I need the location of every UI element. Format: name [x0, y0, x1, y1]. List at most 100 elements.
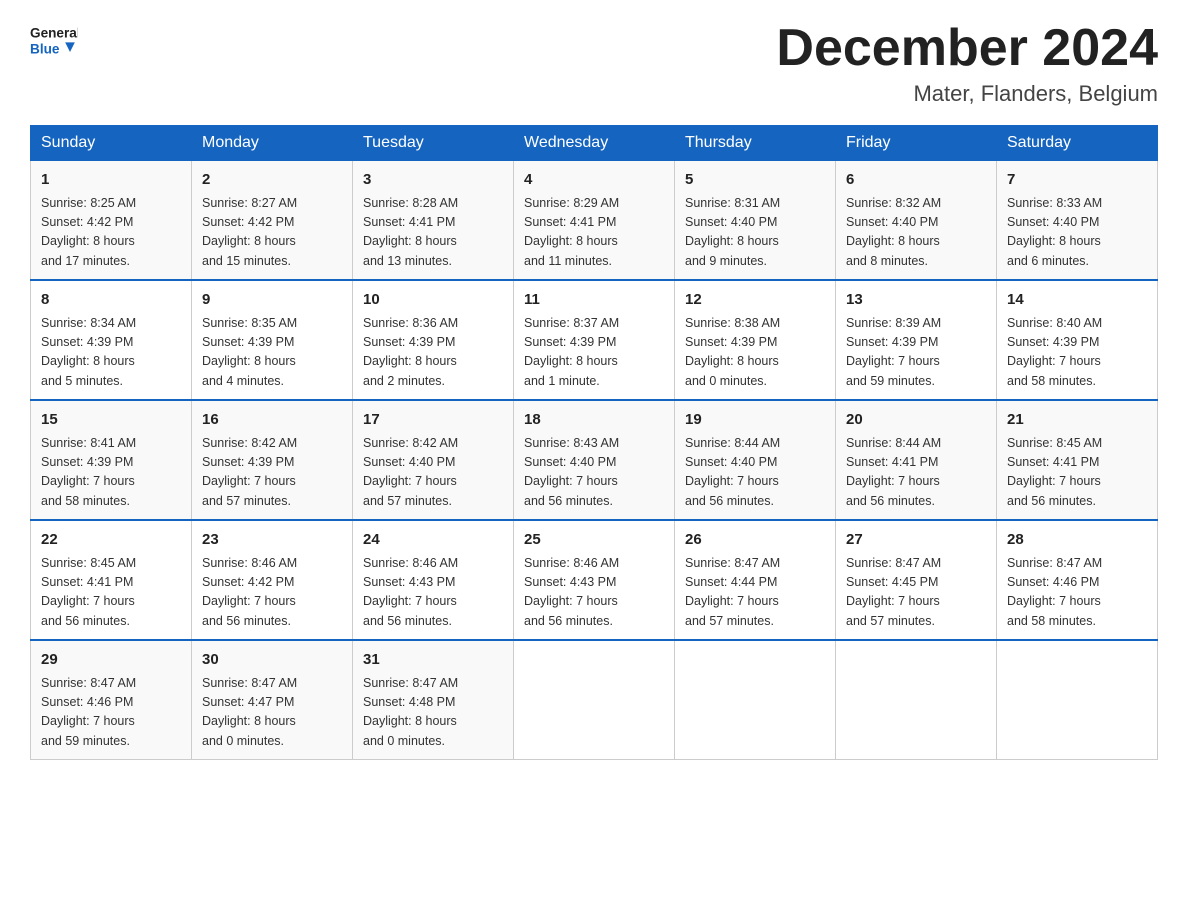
svg-text:Blue: Blue — [30, 42, 60, 57]
day-number: 1 — [41, 169, 181, 192]
calendar-day-cell: 15Sunrise: 8:41 AMSunset: 4:39 PMDayligh… — [31, 400, 192, 520]
calendar-day-cell: 11Sunrise: 8:37 AMSunset: 4:39 PMDayligh… — [514, 280, 675, 400]
day-of-week-header: Tuesday — [353, 126, 514, 161]
day-info: Sunrise: 8:47 AMSunset: 4:45 PMDaylight:… — [846, 554, 986, 632]
day-number: 20 — [846, 409, 986, 432]
calendar-day-cell — [514, 640, 675, 760]
calendar-day-cell: 1Sunrise: 8:25 AMSunset: 4:42 PMDaylight… — [31, 161, 192, 281]
calendar-week-row: 1Sunrise: 8:25 AMSunset: 4:42 PMDaylight… — [31, 161, 1158, 281]
calendar-day-cell: 10Sunrise: 8:36 AMSunset: 4:39 PMDayligh… — [353, 280, 514, 400]
month-title: December 2024 — [776, 20, 1158, 77]
day-info: Sunrise: 8:42 AMSunset: 4:40 PMDaylight:… — [363, 434, 503, 512]
day-number: 24 — [363, 529, 503, 552]
day-info: Sunrise: 8:32 AMSunset: 4:40 PMDaylight:… — [846, 194, 986, 272]
day-info: Sunrise: 8:33 AMSunset: 4:40 PMDaylight:… — [1007, 194, 1147, 272]
day-number: 14 — [1007, 289, 1147, 312]
day-info: Sunrise: 8:47 AMSunset: 4:44 PMDaylight:… — [685, 554, 825, 632]
day-info: Sunrise: 8:44 AMSunset: 4:41 PMDaylight:… — [846, 434, 986, 512]
day-info: Sunrise: 8:46 AMSunset: 4:42 PMDaylight:… — [202, 554, 342, 632]
day-info: Sunrise: 8:46 AMSunset: 4:43 PMDaylight:… — [363, 554, 503, 632]
day-number: 29 — [41, 649, 181, 672]
day-info: Sunrise: 8:29 AMSunset: 4:41 PMDaylight:… — [524, 194, 664, 272]
day-info: Sunrise: 8:44 AMSunset: 4:40 PMDaylight:… — [685, 434, 825, 512]
calendar-day-cell: 12Sunrise: 8:38 AMSunset: 4:39 PMDayligh… — [675, 280, 836, 400]
day-info: Sunrise: 8:47 AMSunset: 4:46 PMDaylight:… — [41, 674, 181, 752]
calendar-day-cell: 16Sunrise: 8:42 AMSunset: 4:39 PMDayligh… — [192, 400, 353, 520]
day-number: 17 — [363, 409, 503, 432]
day-number: 26 — [685, 529, 825, 552]
day-number: 21 — [1007, 409, 1147, 432]
day-number: 4 — [524, 169, 664, 192]
day-of-week-header: Sunday — [31, 126, 192, 161]
day-info: Sunrise: 8:36 AMSunset: 4:39 PMDaylight:… — [363, 314, 503, 392]
day-of-week-header: Monday — [192, 126, 353, 161]
calendar-day-cell: 29Sunrise: 8:47 AMSunset: 4:46 PMDayligh… — [31, 640, 192, 760]
calendar-day-cell: 4Sunrise: 8:29 AMSunset: 4:41 PMDaylight… — [514, 161, 675, 281]
calendar-day-cell: 23Sunrise: 8:46 AMSunset: 4:42 PMDayligh… — [192, 520, 353, 640]
calendar-week-row: 22Sunrise: 8:45 AMSunset: 4:41 PMDayligh… — [31, 520, 1158, 640]
calendar-day-cell: 2Sunrise: 8:27 AMSunset: 4:42 PMDaylight… — [192, 161, 353, 281]
calendar-day-cell: 19Sunrise: 8:44 AMSunset: 4:40 PMDayligh… — [675, 400, 836, 520]
calendar-day-cell: 25Sunrise: 8:46 AMSunset: 4:43 PMDayligh… — [514, 520, 675, 640]
calendar-week-row: 15Sunrise: 8:41 AMSunset: 4:39 PMDayligh… — [31, 400, 1158, 520]
calendar-day-cell: 31Sunrise: 8:47 AMSunset: 4:48 PMDayligh… — [353, 640, 514, 760]
day-info: Sunrise: 8:47 AMSunset: 4:46 PMDaylight:… — [1007, 554, 1147, 632]
day-number: 15 — [41, 409, 181, 432]
day-number: 18 — [524, 409, 664, 432]
svg-text:General: General — [30, 26, 78, 41]
calendar-day-cell: 20Sunrise: 8:44 AMSunset: 4:41 PMDayligh… — [836, 400, 997, 520]
calendar-day-cell — [997, 640, 1158, 760]
title-area: December 2024 Mater, Flanders, Belgium — [776, 20, 1158, 107]
calendar-day-cell: 3Sunrise: 8:28 AMSunset: 4:41 PMDaylight… — [353, 161, 514, 281]
day-number: 10 — [363, 289, 503, 312]
day-info: Sunrise: 8:31 AMSunset: 4:40 PMDaylight:… — [685, 194, 825, 272]
day-number: 9 — [202, 289, 342, 312]
calendar-day-cell: 6Sunrise: 8:32 AMSunset: 4:40 PMDaylight… — [836, 161, 997, 281]
day-number: 19 — [685, 409, 825, 432]
calendar-day-cell: 21Sunrise: 8:45 AMSunset: 4:41 PMDayligh… — [997, 400, 1158, 520]
day-number: 5 — [685, 169, 825, 192]
day-of-week-header: Friday — [836, 126, 997, 161]
calendar-day-cell: 30Sunrise: 8:47 AMSunset: 4:47 PMDayligh… — [192, 640, 353, 760]
day-number: 25 — [524, 529, 664, 552]
day-number: 27 — [846, 529, 986, 552]
calendar-day-cell: 5Sunrise: 8:31 AMSunset: 4:40 PMDaylight… — [675, 161, 836, 281]
day-info: Sunrise: 8:42 AMSunset: 4:39 PMDaylight:… — [202, 434, 342, 512]
logo: General Blue — [30, 20, 78, 60]
calendar-header-row: SundayMondayTuesdayWednesdayThursdayFrid… — [31, 126, 1158, 161]
day-number: 30 — [202, 649, 342, 672]
day-number: 23 — [202, 529, 342, 552]
day-number: 12 — [685, 289, 825, 312]
page-header: General Blue December 2024 Mater, Flande… — [30, 20, 1158, 107]
calendar-week-row: 8Sunrise: 8:34 AMSunset: 4:39 PMDaylight… — [31, 280, 1158, 400]
day-info: Sunrise: 8:35 AMSunset: 4:39 PMDaylight:… — [202, 314, 342, 392]
day-info: Sunrise: 8:46 AMSunset: 4:43 PMDaylight:… — [524, 554, 664, 632]
calendar-table: SundayMondayTuesdayWednesdayThursdayFrid… — [30, 125, 1158, 760]
day-number: 3 — [363, 169, 503, 192]
calendar-day-cell: 27Sunrise: 8:47 AMSunset: 4:45 PMDayligh… — [836, 520, 997, 640]
day-info: Sunrise: 8:47 AMSunset: 4:48 PMDaylight:… — [363, 674, 503, 752]
calendar-day-cell: 13Sunrise: 8:39 AMSunset: 4:39 PMDayligh… — [836, 280, 997, 400]
calendar-day-cell: 26Sunrise: 8:47 AMSunset: 4:44 PMDayligh… — [675, 520, 836, 640]
day-of-week-header: Wednesday — [514, 126, 675, 161]
day-info: Sunrise: 8:43 AMSunset: 4:40 PMDaylight:… — [524, 434, 664, 512]
day-of-week-header: Saturday — [997, 126, 1158, 161]
day-of-week-header: Thursday — [675, 126, 836, 161]
day-info: Sunrise: 8:28 AMSunset: 4:41 PMDaylight:… — [363, 194, 503, 272]
calendar-week-row: 29Sunrise: 8:47 AMSunset: 4:46 PMDayligh… — [31, 640, 1158, 760]
day-number: 2 — [202, 169, 342, 192]
day-info: Sunrise: 8:41 AMSunset: 4:39 PMDaylight:… — [41, 434, 181, 512]
calendar-day-cell: 14Sunrise: 8:40 AMSunset: 4:39 PMDayligh… — [997, 280, 1158, 400]
day-info: Sunrise: 8:45 AMSunset: 4:41 PMDaylight:… — [1007, 434, 1147, 512]
logo-area: General Blue — [30, 20, 78, 60]
day-info: Sunrise: 8:40 AMSunset: 4:39 PMDaylight:… — [1007, 314, 1147, 392]
day-number: 6 — [846, 169, 986, 192]
calendar-day-cell: 28Sunrise: 8:47 AMSunset: 4:46 PMDayligh… — [997, 520, 1158, 640]
calendar-day-cell: 7Sunrise: 8:33 AMSunset: 4:40 PMDaylight… — [997, 161, 1158, 281]
day-number: 13 — [846, 289, 986, 312]
calendar-day-cell: 9Sunrise: 8:35 AMSunset: 4:39 PMDaylight… — [192, 280, 353, 400]
day-number: 7 — [1007, 169, 1147, 192]
day-number: 22 — [41, 529, 181, 552]
calendar-day-cell: 18Sunrise: 8:43 AMSunset: 4:40 PMDayligh… — [514, 400, 675, 520]
calendar-day-cell — [836, 640, 997, 760]
